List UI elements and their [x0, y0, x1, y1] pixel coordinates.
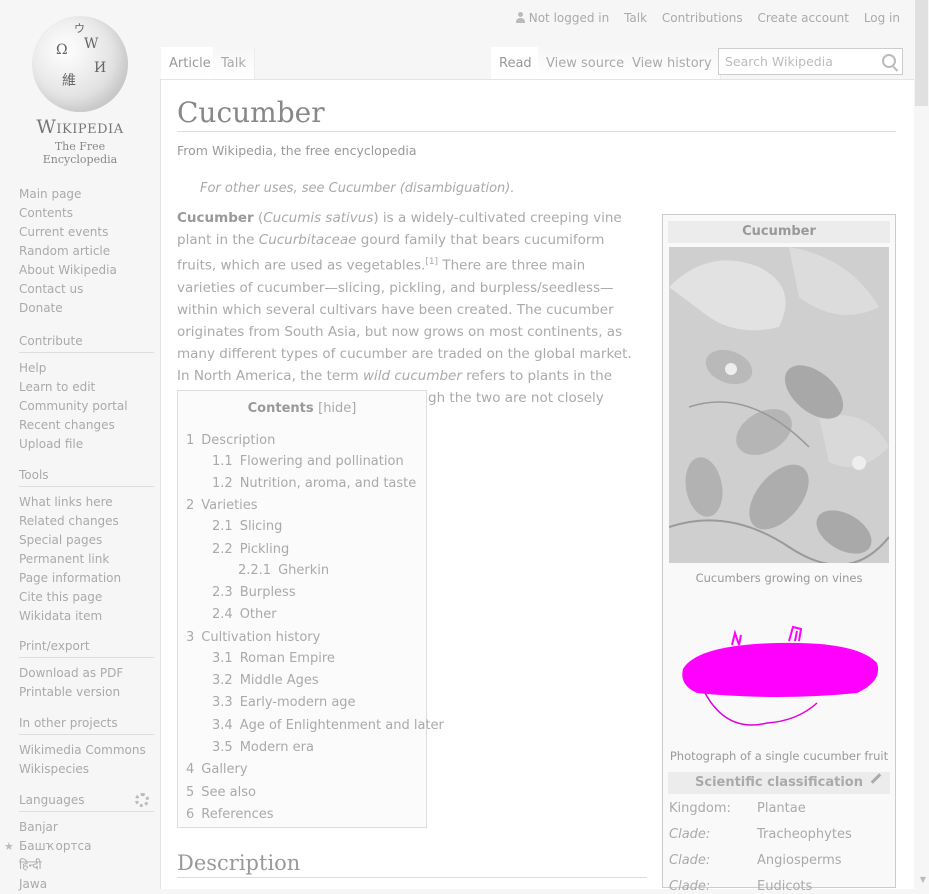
- sidebar-link[interactable]: Башҡортса: [19, 837, 154, 856]
- user-icon: [515, 12, 525, 23]
- toc-entry[interactable]: 3.5 Modern era: [212, 740, 314, 755]
- cucumber-vines-photo[interactable]: [669, 247, 889, 563]
- toc-entry[interactable]: 4 Gallery: [186, 762, 248, 777]
- create-account-link[interactable]: Create account: [757, 11, 849, 25]
- sidebar-link[interactable]: About Wikipedia: [19, 261, 154, 280]
- sidebar-link[interactable]: Banjar: [19, 818, 154, 837]
- classification-row: Kingdom: Plantae: [669, 801, 806, 816]
- sidebar-link[interactable]: Contents: [19, 204, 154, 223]
- wikipedia-logo[interactable]: Ω W И 維 ウ Wikipedia The Free Encyclopedi…: [18, 14, 142, 166]
- vertical-scrollbar[interactable]: ▼: [914, 0, 929, 888]
- nav-heading: In other projects: [19, 716, 154, 735]
- toc-entry[interactable]: 2.4 Other: [212, 607, 277, 622]
- sidebar-link[interactable]: Wikimedia Commons: [19, 741, 154, 760]
- toc-entry[interactable]: 2 Varieties: [186, 498, 258, 513]
- search-input[interactable]: [719, 49, 881, 74]
- nav-heading: Print/export: [19, 639, 154, 658]
- section-heading-description: Description: [177, 851, 647, 878]
- sidebar-link[interactable]: Main page: [19, 185, 154, 204]
- infobox-caption-fruit: Photograph of a single cucumber fruit: [669, 749, 889, 763]
- sidebar-link[interactable]: Current events: [19, 223, 154, 242]
- classification-row: Clade: Eudicots: [669, 879, 813, 894]
- nav-contribute: Contribute Help Learn to edit Community por…: [19, 334, 154, 454]
- contributions-link[interactable]: Contributions: [662, 11, 743, 25]
- sidebar-link[interactable]: Upload file: [19, 435, 154, 454]
- talk-link[interactable]: Talk: [624, 11, 647, 25]
- toc-entry[interactable]: 1.1 Flowering and pollination: [212, 454, 404, 469]
- toc-entry[interactable]: 1 Description: [186, 433, 275, 448]
- gear-icon[interactable]: [135, 793, 149, 807]
- nav-print-export: Print/export Download as PDF Printable ver…: [19, 639, 154, 702]
- star-icon: ★: [4, 840, 14, 853]
- scroll-down-icon[interactable]: ▼: [920, 875, 926, 884]
- sidebar-link[interactable]: Permanent link: [19, 550, 154, 569]
- nav-main: Main page Contents Current events Random ar…: [19, 185, 154, 318]
- toc-entry[interactable]: 2.3 Burpless: [212, 585, 296, 600]
- infobox: Cucumber Cucumbers growing on vines Phot…: [662, 214, 896, 894]
- wordmark: Wikipedia: [36, 116, 124, 138]
- hatnote: For other uses, see Cucumber (disambigua…: [200, 181, 515, 196]
- sidebar-link[interactable]: Community portal: [19, 397, 154, 416]
- toc-entry[interactable]: 3.1 Roman Empire: [212, 651, 335, 666]
- sidebar-link[interactable]: Recent changes: [19, 416, 154, 435]
- sidebar-link[interactable]: Cite this page: [19, 588, 154, 607]
- single-cucumber-drawing[interactable]: [677, 623, 881, 727]
- toc-hide-link[interactable]: [hide]: [318, 401, 356, 416]
- personal-tools: Not logged in Talk Contributions Create …: [515, 11, 900, 25]
- nav-languages: Languages Banjar Башҡортса हिन्दी Jawa: [19, 793, 154, 894]
- sidebar-link[interactable]: Special pages: [19, 531, 154, 550]
- classification-row: Clade: Tracheophytes: [669, 827, 852, 842]
- sidebar-link[interactable]: Page information: [19, 569, 154, 588]
- toc-entry[interactable]: 6 References: [186, 807, 274, 822]
- sidebar-link[interactable]: Printable version: [19, 683, 154, 702]
- tab-view-source[interactable]: View source: [538, 47, 634, 79]
- sidebar-link[interactable]: Learn to edit: [19, 378, 154, 397]
- site-sub: From Wikipedia, the free encyclopedia: [177, 143, 417, 158]
- infobox-title: Cucumber: [668, 221, 890, 243]
- sidebar-link[interactable]: Contact us: [19, 280, 154, 299]
- tab-article[interactable]: Article: [161, 47, 220, 79]
- nav-other-projects: In other projects Wikimedia Commons Wikisp…: [19, 716, 154, 779]
- toc-entry[interactable]: 3 Cultivation history: [186, 630, 320, 645]
- tagline: The Free Encyclopedia: [42, 140, 118, 166]
- sidebar-link[interactable]: Donate: [19, 299, 154, 318]
- sidebar-link[interactable]: Random article: [19, 242, 154, 261]
- sidebar-link[interactable]: Wikidata item: [19, 607, 154, 626]
- toc-entry[interactable]: 2.2.1 Gherkin: [238, 563, 329, 578]
- toc-title: Contents [hide]: [247, 401, 357, 416]
- sidebar-link[interactable]: What links here: [19, 493, 154, 512]
- tab-view-history[interactable]: View history: [624, 47, 721, 79]
- page-title: Cucumber: [177, 96, 896, 132]
- sidebar-link[interactable]: हिन्दी: [19, 856, 154, 875]
- nav-tools: Tools What links here Related changes Speci…: [19, 468, 154, 626]
- sidebar-link[interactable]: Related changes: [19, 512, 154, 531]
- sidebar-link[interactable]: Help: [19, 359, 154, 378]
- sidebar-link[interactable]: Download as PDF: [19, 664, 154, 683]
- nav-heading: Contribute: [19, 334, 154, 353]
- tab-read[interactable]: Read: [491, 47, 541, 79]
- toc-entry[interactable]: 5 See also: [186, 785, 256, 800]
- sidebar: Ω W И 維 ウ Wikipedia The Free Encyclopedi…: [0, 0, 160, 891]
- scientific-classification-heading: Scientific classification: [668, 772, 890, 794]
- toc-entry[interactable]: 3.4 Age of Enlightenment and later: [212, 718, 444, 733]
- scrollbar-thumb[interactable]: [915, 0, 928, 106]
- table-of-contents: Contents [hide] 1 Description 1.1 Flowering…: [177, 390, 444, 828]
- search-icon[interactable]: [882, 54, 896, 68]
- not-logged-in: Not logged in: [515, 11, 609, 25]
- tab-talk[interactable]: Talk: [213, 47, 255, 79]
- nav-heading: Tools: [19, 468, 154, 487]
- toc-entry[interactable]: 1.2 Nutrition, aroma, and taste: [212, 476, 416, 491]
- infobox-caption-vines: Cucumbers growing on vines: [695, 571, 863, 585]
- toc-entry[interactable]: 3.2 Middle Ages: [212, 673, 319, 688]
- toc-entry[interactable]: 3.3 Early-modern age: [212, 695, 356, 710]
- log-in-link[interactable]: Log in: [864, 11, 900, 25]
- search-box: [718, 48, 903, 75]
- sidebar-link[interactable]: Jawa: [19, 875, 154, 894]
- sidebar-link[interactable]: Wikispecies: [19, 760, 154, 779]
- globe-icon: Ω W И 維 ウ: [32, 16, 128, 112]
- classification-row: Clade: Angiosperms: [669, 853, 842, 868]
- toc-entry[interactable]: 2.2 Pickling: [212, 542, 289, 557]
- nav-heading: Languages: [19, 793, 154, 812]
- toc-entry[interactable]: 2.1 Slicing: [212, 519, 282, 534]
